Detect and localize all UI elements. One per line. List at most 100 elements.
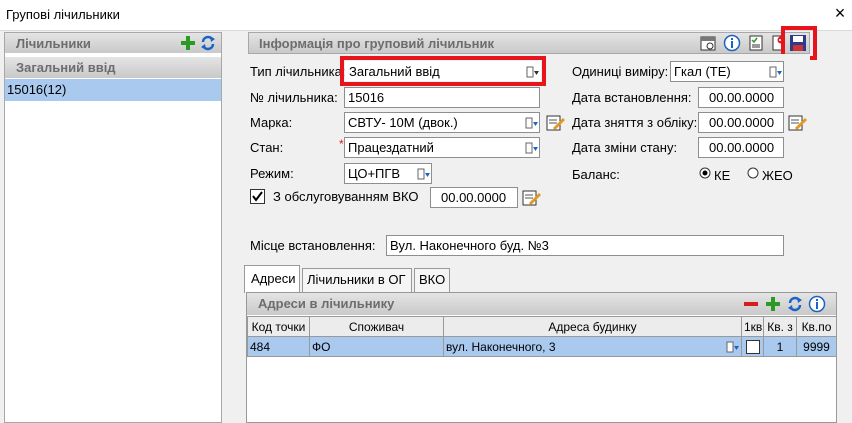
mode-select[interactable]: ЦО+ПГВ: [344, 163, 432, 184]
cell-flat-from: 1: [763, 336, 797, 357]
removal-date-label: Дата зняття з обліку:: [572, 115, 698, 130]
tab-label: Лічильники в ОГ: [307, 272, 406, 287]
column-header[interactable]: Код точки: [247, 316, 310, 337]
state-label: Стан:: [250, 140, 284, 155]
window-title: Групові лічильники: [6, 7, 120, 22]
edit-list-icon: [788, 115, 808, 131]
minus-icon: [744, 302, 758, 306]
addresses-panel-header: Адреси в лічильнику: [247, 293, 836, 315]
edit-brand-button[interactable]: [546, 113, 566, 136]
state-value: Працездатний: [348, 140, 434, 155]
removal-date-input[interactable]: 00.00.0000: [698, 112, 784, 133]
state-select[interactable]: Працездатний: [344, 137, 540, 158]
balance-zheo-label: ЖЕО: [762, 168, 793, 183]
cell-consumer: ФО: [309, 336, 444, 357]
chevron-down-icon[interactable]: [726, 340, 740, 354]
left-panel-header: Лічильники: [5, 33, 221, 53]
number-value: 15016: [348, 90, 385, 105]
brand-label: Марка:: [250, 115, 293, 130]
address-info-button[interactable]: [808, 295, 826, 316]
state-change-value: 00.00.0000: [709, 140, 775, 155]
brand-value: СВТУ- 10М (двок.): [348, 115, 458, 130]
refresh-addresses-button[interactable]: [786, 295, 804, 316]
info-icon: [723, 34, 741, 52]
service-date-input[interactable]: 00.00.0000: [430, 187, 518, 208]
column-header[interactable]: Кв.по: [796, 316, 837, 337]
list-item[interactable]: 15016(12): [5, 79, 221, 101]
refresh-icon: [788, 296, 802, 312]
list-item-label: 15016(12): [7, 82, 67, 97]
first-flat-checkbox[interactable]: [745, 339, 760, 354]
left-panel-title: Лічильники: [16, 36, 91, 51]
install-date-value: 00.00.0000: [709, 90, 775, 105]
type-select[interactable]: Загальний ввід: [345, 61, 541, 81]
cell-address-value: вул. Наконечного, 3: [446, 339, 556, 354]
install-date-input[interactable]: 00.00.0000: [698, 87, 784, 108]
save-button[interactable]: [789, 34, 807, 55]
type-label: Тип лічильника:: [250, 64, 346, 79]
chevron-down-icon[interactable]: [417, 167, 431, 181]
table-header-row: Код точки Споживач Адреса будинку 1кв Кв…: [247, 316, 837, 337]
balance-ke-label: КЕ: [714, 168, 731, 183]
units-select[interactable]: Гкал (ТЕ): [670, 61, 784, 82]
location-label: Місце встановлення:: [250, 238, 376, 253]
info-button[interactable]: [723, 34, 741, 55]
service-date-edit-button[interactable]: [522, 188, 542, 211]
remove-address-button[interactable]: [742, 295, 760, 316]
checklist-button[interactable]: [747, 34, 765, 55]
save-icon: [790, 35, 806, 51]
tab-meters-in-og[interactable]: Лічильники в ОГ: [302, 268, 412, 292]
service-date-value: 00.00.0000: [441, 190, 507, 205]
column-header[interactable]: Споживач: [309, 316, 444, 337]
location-input[interactable]: Вул. Наконечного буд. №3: [386, 235, 784, 256]
close-icon[interactable]: ×: [832, 3, 848, 23]
addresses-panel-title: Адреси в лічильнику: [258, 296, 395, 311]
edit-list-icon: [522, 190, 542, 206]
removal-date-edit-button[interactable]: [788, 113, 808, 136]
column-header[interactable]: Адреса будинку: [443, 316, 742, 337]
refresh-meters-button[interactable]: [199, 34, 217, 55]
number-input[interactable]: 15016: [344, 87, 540, 108]
cell-address[interactable]: вул. Наконечного, 3: [443, 336, 742, 357]
location-value: Вул. Наконечного буд. №3: [390, 238, 549, 253]
addresses-panel: Адреси в лічильнику Код точки Споживач А…: [246, 292, 837, 423]
state-change-label: Дата зміни стану:: [572, 140, 678, 155]
column-header[interactable]: 1кв: [741, 316, 764, 337]
number-label: № лічильника:: [250, 90, 338, 105]
balance-radio-ke[interactable]: [699, 167, 711, 182]
tab-addresses[interactable]: Адреси: [244, 265, 300, 293]
add-address-button[interactable]: [764, 295, 782, 316]
required-mark: *: [339, 137, 344, 151]
chevron-down-icon[interactable]: [769, 65, 783, 79]
calendar-button[interactable]: [699, 34, 717, 55]
addresses-table: Код точки Споживач Адреса будинку 1кв Кв…: [247, 316, 837, 357]
info-icon: [808, 295, 826, 313]
left-panel: Лічильники Загальний ввід 15016(12): [4, 32, 222, 423]
checklist-icon: [749, 35, 763, 51]
tab-label: Адреси: [251, 271, 296, 286]
balance-label: Баланс:: [572, 167, 620, 182]
state-change-input[interactable]: 00.00.0000: [698, 137, 784, 158]
table-row[interactable]: 484 ФО вул. Наконечного, 3 1 9999: [247, 336, 837, 357]
title-bar: Групові лічильники ×: [0, 0, 852, 30]
refresh-icon: [201, 35, 215, 51]
cell-code: 484: [247, 336, 310, 357]
service-checkbox[interactable]: [250, 189, 265, 204]
chevron-down-icon[interactable]: [525, 141, 539, 155]
tab-vko[interactable]: ВКО: [414, 268, 450, 292]
calendar-icon: [700, 36, 716, 51]
brand-select[interactable]: СВТУ- 10М (двок.): [344, 112, 540, 133]
info-panel-title: Інформація про груповий лічильник: [259, 36, 495, 51]
info-panel-header: Інформація про груповий лічильник: [248, 32, 810, 54]
units-label: Одиниці виміру:: [572, 64, 669, 79]
checkmark-icon: [252, 191, 263, 202]
chevron-down-icon[interactable]: [526, 65, 540, 79]
radio-selected-icon: [699, 167, 711, 179]
balance-radio-zheo[interactable]: [747, 167, 759, 182]
chevron-down-icon[interactable]: [525, 116, 539, 130]
cell-first-flat[interactable]: [741, 336, 764, 357]
service-label: З обслуговуванням ВКО: [273, 189, 419, 204]
column-header[interactable]: Кв. з: [763, 316, 797, 337]
add-meter-button[interactable]: [179, 34, 197, 55]
install-date-label: Дата встановлення:: [572, 90, 692, 105]
